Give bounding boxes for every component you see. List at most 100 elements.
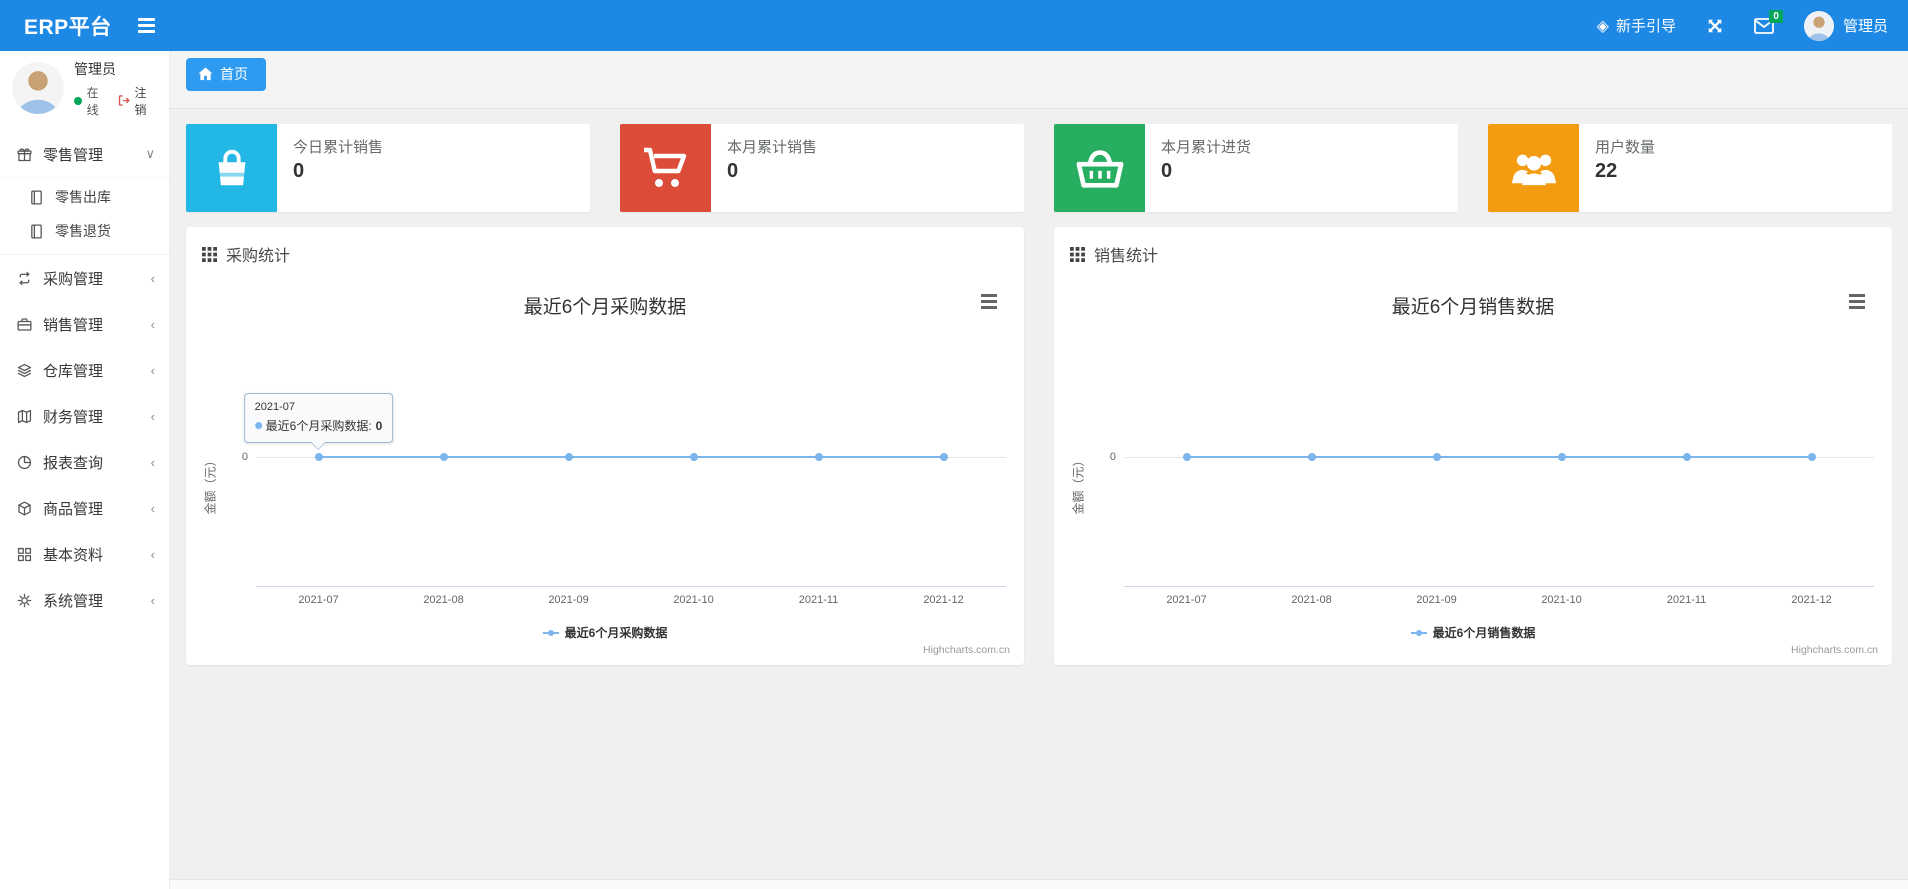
fullscreen-button[interactable]: [1706, 17, 1724, 35]
box-icon: [16, 500, 33, 517]
sidebar-item-0[interactable]: 零售管理 ∨: [0, 131, 169, 177]
message-count-badge: 0: [1769, 9, 1783, 23]
sidebar-item-7[interactable]: 基本资料 ‹: [0, 531, 169, 577]
sign-out-icon: [119, 95, 131, 106]
data-point-2021-08[interactable]: [1307, 453, 1316, 461]
sidebar-item-label: 基本资料: [43, 546, 104, 564]
sidebar-subitem-label: 零售出库: [55, 189, 111, 205]
chevron-left-icon: ‹: [150, 546, 155, 562]
x-axis-label: 2021-07: [1166, 594, 1207, 606]
purchase-stats-panel: 采购统计 最近6个月采购数据 金额（元） 0 2021-07 2021-08 2021-0…: [186, 227, 1024, 665]
sidebar-menu: 零售管理 ∨ 零售出库 零售退货 采购管理 ‹ 销售管理 ‹ 仓库管理 ‹ 财务管理 ‹ 报表查询 ‹ 商品…: [0, 131, 169, 623]
sidebar-subitem-0-0[interactable]: 零售出库: [0, 180, 169, 214]
sidebar-item-label: 报表查询: [43, 454, 104, 472]
highcharts-credit-link[interactable]: Highcharts.com.cn: [923, 644, 1010, 656]
repeat-icon: [16, 270, 33, 287]
x-axis-label: 2021-09: [1416, 594, 1457, 606]
briefcase-icon: [16, 316, 33, 333]
stat-card-title: 今日累计销售: [293, 139, 384, 156]
data-point-2021-07[interactable]: [314, 453, 323, 461]
beginner-guide-button[interactable]: ◈ 新手引导: [1597, 15, 1676, 36]
breadcrumb-tab-label: 首页: [220, 66, 248, 82]
data-point-2021-09[interactable]: [1432, 453, 1441, 461]
legend-marker-icon: [1410, 629, 1427, 637]
fullscreen-icon: [1708, 19, 1722, 32]
home-icon: [198, 67, 213, 81]
user-menu[interactable]: 管理员: [1803, 10, 1888, 41]
sidebar-item-label: 零售管理: [43, 146, 104, 164]
sidebar-item-3[interactable]: 仓库管理 ‹: [0, 347, 169, 393]
online-status-label: 在线: [86, 85, 99, 117]
sidebar-item-5[interactable]: 报表查询 ‹: [0, 439, 169, 485]
sidebar-item-1[interactable]: 采购管理 ‹: [0, 255, 169, 301]
logout-button[interactable]: 注销: [118, 84, 157, 118]
data-point-2021-12[interactable]: [1807, 453, 1816, 461]
grid-th-icon: [1070, 246, 1085, 262]
x-axis-label: 2021-07: [298, 594, 339, 606]
sales-chart: 最近6个月销售数据 金额（元） 0 2021-07 2021-08 2021-09 2021…: [1054, 276, 1892, 662]
data-point-2021-10[interactable]: [1557, 453, 1566, 461]
data-point-2021-09[interactable]: [564, 453, 573, 461]
data-point-2021-10[interactable]: [689, 453, 698, 461]
journal-icon: [28, 223, 45, 240]
sidebar-item-8[interactable]: 系统管理 ‹: [0, 577, 169, 623]
data-point-2021-11[interactable]: [814, 453, 823, 461]
stat-card-title: 本月累计销售: [727, 139, 818, 156]
sidebar-item-6[interactable]: 商品管理 ‹: [0, 485, 169, 531]
y-axis-tick-label: 0: [241, 451, 248, 463]
sidebar-item-label: 商品管理: [43, 500, 104, 518]
stat-card-value: 0: [1161, 160, 1173, 182]
chart-tooltip: 2021-07 最近6个月采购数据: 0: [243, 393, 394, 450]
chevron-left-icon: ‹: [150, 362, 155, 378]
tooltip-title: 2021-07: [254, 401, 296, 413]
sidebar-item-2[interactable]: 销售管理 ‹: [0, 301, 169, 347]
data-point-2021-11[interactable]: [1682, 453, 1691, 461]
chevron-left-icon: ‹: [150, 408, 155, 424]
breadcrumb-tab-home[interactable]: 首页: [186, 58, 266, 91]
sidebar-item-4[interactable]: 财务管理 ‹: [0, 393, 169, 439]
highcharts-credit-link[interactable]: Highcharts.com.cn: [1791, 644, 1878, 656]
sidebar-item-label: 财务管理: [43, 408, 104, 426]
y-axis-title: 金额（元）: [203, 454, 218, 515]
chevron-down-icon: ∨: [145, 146, 155, 161]
y-axis-title: 金额（元）: [1071, 454, 1086, 515]
chart-context-menu-button[interactable]: [1844, 290, 1870, 312]
layers-icon: [16, 362, 33, 379]
messages-button[interactable]: 0: [1754, 9, 1783, 34]
legend-item[interactable]: 最近6个月采购数据: [542, 624, 668, 641]
sidebar-user-name: 管理员: [74, 60, 116, 77]
sidebar-subitem-0-1[interactable]: 零售退货: [0, 214, 169, 248]
chevron-left-icon: ‹: [150, 500, 155, 516]
sidebar-item-label: 销售管理: [43, 316, 104, 334]
stat-card-2: 本月累计进货 0: [1054, 124, 1458, 212]
tooltip-series-label: 最近6个月采购数据:: [265, 419, 372, 433]
chart-context-menu-button[interactable]: [976, 290, 1002, 312]
shopping-basket-icon: [1054, 124, 1145, 212]
x-axis-label: 2021-10: [673, 594, 714, 606]
shopping-bag-icon: [186, 124, 277, 212]
stat-card-value: 0: [293, 160, 305, 182]
shopping-cart-icon: [620, 124, 711, 212]
beginner-guide-label: 新手引导: [1615, 18, 1676, 35]
stat-card-value: 0: [727, 160, 739, 182]
data-point-2021-12[interactable]: [939, 453, 948, 461]
legend-label: 最近6个月销售数据: [1432, 626, 1536, 640]
journal-icon: [28, 189, 45, 206]
brand-logo[interactable]: ERP平台: [24, 11, 112, 41]
stat-card-3: 用户数量 22: [1488, 124, 1892, 212]
x-axis-label: 2021-08: [1291, 594, 1332, 606]
chart-legend: 最近6个月销售数据: [1054, 624, 1892, 641]
x-axis-label: 2021-10: [1541, 594, 1582, 606]
tooltip-value: 0: [375, 418, 383, 433]
data-point-2021-07[interactable]: [1182, 453, 1191, 461]
data-point-2021-08[interactable]: [439, 453, 448, 461]
sidebar-submenu: 零售出库 零售退货: [0, 177, 169, 255]
chart-title: 最近6个月销售数据: [1391, 297, 1555, 318]
chevron-left-icon: ‹: [150, 316, 155, 332]
avatar[interactable]: [12, 62, 64, 114]
legend-item[interactable]: 最近6个月销售数据: [1410, 624, 1536, 641]
map-icon: [16, 408, 33, 425]
y-axis-tick-label: 0: [1109, 451, 1116, 463]
legend-label: 最近6个月采购数据: [564, 626, 668, 640]
sidebar-toggle-icon[interactable]: [137, 18, 155, 33]
